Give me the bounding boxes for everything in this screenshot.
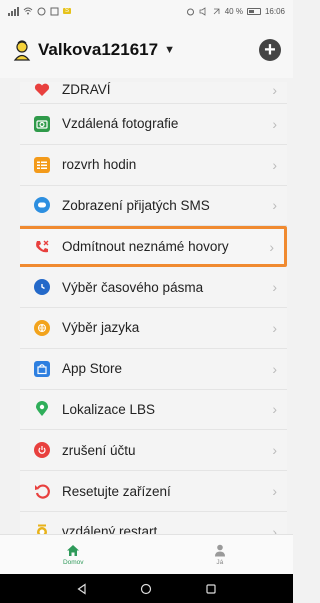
- chevron-right-icon: ›: [272, 483, 277, 500]
- menu-item-class-schedule[interactable]: rozvrh hodin ›: [20, 144, 287, 186]
- status-right: 40 % 16:06: [186, 7, 285, 16]
- heart-icon: [34, 82, 50, 98]
- account-switcher[interactable]: Valkova121617 ▼: [12, 39, 175, 61]
- gallery-icon: [50, 7, 59, 15]
- account-name: Valkova121617: [38, 40, 159, 59]
- menu-item-label: Odmítnout neznámé hovory: [62, 239, 229, 255]
- chevron-right-icon: ›: [269, 238, 274, 255]
- chevron-right-icon: ›: [272, 319, 277, 336]
- menu-item-label: rozvrh hodin: [62, 157, 137, 173]
- avatar-icon: [13, 40, 31, 61]
- menu-item-reject-unknown-calls[interactable]: Odmítnout neznámé hovory ›: [20, 226, 287, 268]
- android-nav-bar: [0, 574, 293, 603]
- menu-item-health[interactable]: ZDRAVÍ ›: [20, 82, 287, 104]
- signal-icon: [8, 6, 19, 16]
- chevron-right-icon: ›: [272, 401, 277, 418]
- reject-call-icon: [34, 239, 50, 255]
- sim-badge: Š: [63, 8, 72, 14]
- home-circle-icon[interactable]: [136, 579, 156, 599]
- bag-icon: [34, 360, 50, 377]
- chevron-right-icon: ›: [272, 115, 277, 132]
- back-icon[interactable]: [72, 579, 92, 599]
- menu-item-reset-device[interactable]: Resetujte zařízení ›: [20, 471, 287, 512]
- menu-item-label: Lokalizace LBS: [62, 401, 156, 417]
- language-icon: [34, 319, 50, 336]
- battery-icon: [246, 7, 261, 15]
- status-bar: Š 40 % 16:06: [0, 0, 293, 22]
- menu-item-remote-photo[interactable]: Vzdálená fotografie ›: [20, 104, 287, 145]
- menu-item-label: ZDRAVÍ: [62, 82, 111, 97]
- menu-item-language[interactable]: Výběr jazyka ›: [20, 307, 287, 349]
- chevron-right-icon: ›: [272, 156, 277, 173]
- status-left: Š: [8, 6, 72, 16]
- wifi-icon: [23, 7, 33, 15]
- reset-icon: [34, 483, 50, 499]
- chevron-right-icon: ›: [272, 523, 277, 534]
- menu-item-label: Výběr jazyka: [62, 320, 140, 336]
- chevron-right-icon: ›: [272, 197, 277, 214]
- chevron-right-icon: ›: [272, 279, 277, 296]
- tab-me-label: Já: [216, 558, 224, 566]
- data-icon: [213, 8, 220, 14]
- chevron-down-icon: ▼: [164, 44, 175, 56]
- clock-icon: [34, 279, 50, 296]
- app-header: Valkova121617 ▼ +: [0, 22, 293, 78]
- menu-item-label: Zobrazení přijatých SMS: [62, 197, 210, 213]
- chevron-right-icon: ›: [272, 360, 277, 377]
- clock-time: 16:06: [264, 6, 285, 16]
- chevron-right-icon: ›: [272, 82, 277, 98]
- mute-icon: [199, 6, 206, 16]
- location-icon: [34, 401, 50, 417]
- bottom-nav: Domov Já: [0, 534, 293, 574]
- menu-item-label: zrušení účtu: [62, 442, 136, 458]
- person-icon: [214, 544, 225, 556]
- menu-item-label: vzdálený restart: [62, 524, 158, 534]
- recents-icon[interactable]: [201, 579, 221, 599]
- menu-item-received-sms[interactable]: Zobrazení přijatých SMS ›: [20, 185, 287, 227]
- menu-item-app-store[interactable]: App Store ›: [20, 348, 287, 390]
- menu-item-remote-restart[interactable]: vzdálený restart ›: [20, 511, 287, 534]
- menu-item-label: Vzdálená fotografie: [62, 116, 179, 132]
- battery-percent: 40 %: [224, 6, 243, 16]
- power-icon: [34, 442, 50, 459]
- restart-icon: [34, 524, 50, 534]
- add-button[interactable]: +: [259, 39, 281, 61]
- sms-icon: [34, 197, 50, 214]
- camera-icon: [34, 115, 50, 132]
- schedule-icon: [34, 156, 50, 173]
- menu-item-label: Výběr časového pásma: [62, 279, 204, 295]
- menu-item-label: App Store: [62, 361, 123, 377]
- tab-home-label: Domov: [62, 558, 84, 566]
- menu-item-lbs-location[interactable]: Lokalizace LBS ›: [20, 389, 287, 431]
- notification-icon: [37, 7, 46, 15]
- menu-item-cancel-account[interactable]: zrušení účtu ›: [20, 430, 287, 472]
- menu-item-timezone[interactable]: Výběr časového pásma ›: [20, 267, 287, 308]
- tab-home[interactable]: Domov: [0, 535, 147, 574]
- chevron-right-icon: ›: [272, 442, 277, 459]
- home-icon: [67, 544, 80, 556]
- tab-me[interactable]: Já: [147, 535, 294, 574]
- alarm-icon: [186, 8, 194, 15]
- menu-item-label: Resetujte zařízení: [62, 483, 171, 499]
- settings-menu: ZDRAVÍ › Vzdálená fotografie › rozvrh ho…: [20, 82, 287, 534]
